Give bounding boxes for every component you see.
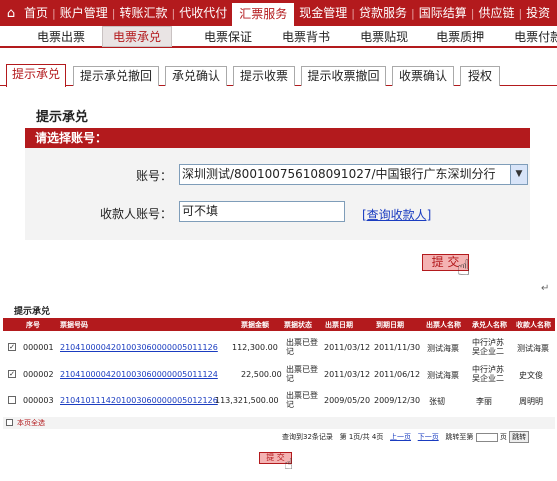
tab-present-accept-revoke[interactable]: 提示承兑撤回 [73, 66, 159, 86]
hand-cursor-icon: ☝ [457, 256, 471, 281]
col-drawer: 出票人名称 [426, 321, 461, 329]
select-all-bar: 本页全选 [3, 417, 555, 429]
bill-no-link[interactable]: 2104101114201003060000005012126 [60, 396, 218, 405]
jump-button[interactable]: 跳转 [509, 431, 530, 443]
row-due-date: 2011/11/30 [374, 343, 421, 352]
row-checkbox[interactable] [8, 396, 16, 404]
row-drawer: 测试海票 [427, 344, 459, 353]
col-payee: 收款人名称 [516, 321, 551, 329]
col-status: 票据状态 [284, 321, 312, 329]
prev-page-link[interactable]: 上一页 [390, 433, 411, 441]
table-header: 序号 票据号码 票据金额 票据状态 出票日期 到期日期 出票人名称 承兑人名称 … [3, 318, 555, 331]
row-status: 出票已登记 [286, 391, 318, 409]
page-number-input[interactable] [475, 432, 498, 442]
chevron-down-icon[interactable]: ▼ [510, 165, 527, 184]
sub-nav: 电票出票 电票承兑 电票保证 电票背书 电票贴现 电票质押 电票付款 [0, 25, 557, 48]
bill-no-link[interactable]: 2104100004201003060000005011124 [60, 370, 218, 379]
table-row: ✓ 000001 2104100004201003060000005011126… [3, 333, 555, 360]
tab-present-accept[interactable]: 提示承兑 [6, 64, 66, 87]
tab-present-receive-revoke[interactable]: 提示收票撤回 [301, 66, 386, 86]
payee-label: 收款人账号： [99, 207, 172, 221]
col-due-date: 到期日期 [376, 321, 404, 329]
subnav-payment[interactable]: 电票付款 [514, 28, 557, 45]
subnav-pledge[interactable]: 电票质押 [436, 28, 484, 45]
section-header: 请选择账号： [25, 128, 530, 148]
home-icon[interactable]: ⌂ [2, 0, 20, 26]
tab-authorize[interactable]: 授权 [460, 66, 500, 86]
pagination: 查询到32条记录 第 1页/共 4页 上一页 下一页 跳转至第 页 跳转 [282, 431, 530, 443]
col-issue-date: 出票日期 [325, 321, 353, 329]
nav-invest[interactable]: 投资 [522, 0, 554, 26]
row-issue-date: 2011/03/12 [324, 343, 371, 352]
row-payee: 周明明 [519, 397, 543, 406]
row-status: 出票已登记 [286, 365, 318, 383]
row-amount: 112,300.00 [232, 343, 278, 352]
subnav-endorse[interactable]: 电票背书 [282, 28, 330, 45]
row-seq: 000003 [23, 396, 54, 405]
row-drawer: 测试海票 [427, 371, 459, 380]
subnav-discount[interactable]: 电票贴现 [360, 28, 408, 45]
row-due-date: 2011/06/12 [374, 370, 421, 379]
page-indicator: 第 1页/共 4页 [339, 433, 384, 441]
row-acceptor: 李丽 [476, 397, 492, 406]
table-row: 000003 2104101114201003060000005012126 1… [3, 386, 555, 413]
col-acceptor: 承兑人名称 [472, 321, 507, 329]
record-count: 查询到32条记录 [282, 433, 333, 441]
account-select[interactable]: 深圳测试/800100756108091027/中国银行广东深圳分行 ▼ [179, 164, 528, 185]
nav-draft-service[interactable]: 汇票服务 [231, 2, 296, 26]
row-payee: 测试海票 [517, 344, 549, 353]
row-issue-date: 2011/03/12 [324, 370, 371, 379]
nav-home[interactable]: 首页 [20, 0, 52, 26]
row-issue-date: 2009/05/20 [324, 396, 371, 405]
nav-account[interactable]: 账户管理 [56, 0, 112, 26]
table-row: ✓ 000002 2104100004201003060000005011124… [3, 360, 555, 387]
return-arrow-icon: ↵ [541, 283, 550, 294]
subnav-accept[interactable]: 电票承兑 [102, 25, 173, 47]
next-page-link[interactable]: 下一页 [418, 433, 439, 441]
col-seq: 序号 [26, 321, 40, 329]
account-label: 账号： [135, 169, 172, 183]
nav-transfer[interactable]: 转账汇款 [115, 0, 171, 26]
tab-accept-confirm[interactable]: 承兑确认 [165, 66, 227, 86]
row-amount: 22,500.00 [241, 370, 282, 379]
col-amount: 票据金额 [241, 321, 269, 329]
table-title: 提示承兑 [14, 307, 51, 317]
row-checkbox[interactable]: ✓ [8, 343, 16, 351]
tab-receive-confirm[interactable]: 收票确认 [392, 66, 454, 86]
form-panel [25, 148, 530, 240]
nav-loan[interactable]: 贷款服务 [355, 0, 411, 26]
payee-account-input[interactable]: 可不填 [179, 201, 345, 222]
page-unit-label: 页 [499, 433, 507, 441]
row-seq: 000001 [23, 343, 54, 352]
subnav-guarantee[interactable]: 电票保证 [204, 28, 252, 45]
row-due-date: 2009/12/30 [374, 396, 421, 405]
hand-cursor-icon: ☝ [284, 455, 294, 473]
row-checkbox[interactable]: ✓ [8, 370, 16, 378]
nav-intl[interactable]: 国际结算 [415, 0, 471, 26]
row-amount: 113,321,500.00 [215, 396, 279, 405]
row-acceptor: 中行泸苏吴企业二 [472, 338, 504, 356]
row-acceptor: 中行泸苏吴企业二 [472, 365, 504, 383]
tab-bar: 提示承兑 提示承兑撤回 承兑确认 提示收票 提示收票撤回 收票确认 授权 [0, 64, 557, 87]
account-select-value: 深圳测试/800100756108091027/中国银行广东深圳分行 [182, 167, 496, 181]
subnav-issue[interactable]: 电票出票 [37, 28, 85, 45]
select-all-label[interactable]: 本页全选 [17, 418, 45, 428]
top-nav: ⌂ 首页 | 账户管理 | 转账汇款 | 代收代付 汇票服务 现金管理 | 贷款服务 | … [0, 0, 557, 26]
form-title: 提示承兑 [36, 110, 89, 125]
nav-supply[interactable]: 供应链 [474, 0, 518, 26]
row-drawer: 张韧 [429, 397, 445, 406]
tab-present-receive[interactable]: 提示收票 [233, 66, 295, 86]
nav-collect-pay[interactable]: 代收代付 [175, 0, 231, 26]
row-status: 出票已登记 [286, 338, 318, 356]
query-payee-link[interactable]: [查询收款人] [362, 206, 431, 223]
row-seq: 000002 [23, 370, 54, 379]
row-payee: 史文俊 [519, 371, 543, 380]
col-bill-no: 票据号码 [60, 321, 88, 329]
jump-label: 跳转至第 [445, 433, 474, 441]
select-all-checkbox[interactable] [6, 419, 13, 426]
nav-cash[interactable]: 现金管理 [295, 0, 351, 26]
bill-no-link[interactable]: 2104100004201003060000005011126 [60, 343, 218, 352]
